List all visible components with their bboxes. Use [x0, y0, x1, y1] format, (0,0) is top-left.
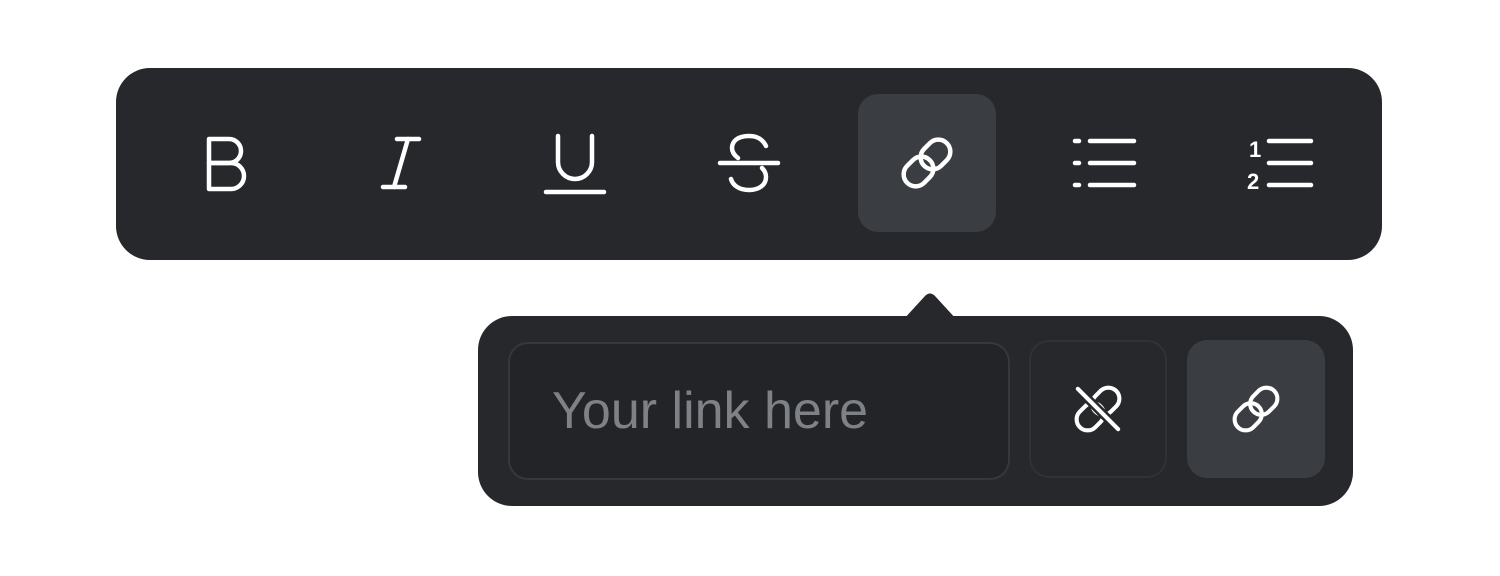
strikethrough-icon: [717, 133, 781, 193]
apply-link-button[interactable]: [1187, 340, 1325, 478]
numbered-list-digit-1: 1: [1249, 137, 1261, 162]
stage: 1 2: [0, 0, 1500, 576]
numbered-list-button[interactable]: 1 2: [1212, 94, 1350, 232]
link-icon: [901, 137, 953, 189]
link-button[interactable]: [858, 94, 996, 232]
formatting-toolbar: 1 2: [116, 68, 1382, 260]
bold-icon: [206, 136, 247, 192]
bullet-list-icon: [1072, 138, 1137, 188]
link-url-input[interactable]: [508, 342, 1010, 480]
italic-icon: [380, 136, 422, 190]
numbered-list-digit-2: 2: [1247, 169, 1259, 191]
underline-button[interactable]: [506, 94, 644, 232]
bullet-list-button[interactable]: [1036, 94, 1174, 232]
strikethrough-button[interactable]: [680, 94, 818, 232]
italic-button[interactable]: [332, 94, 470, 232]
bold-button[interactable]: [158, 94, 296, 232]
link-icon: [1232, 385, 1280, 433]
link-popover: [478, 316, 1353, 506]
unlink-icon: [1073, 384, 1123, 434]
remove-link-button[interactable]: [1029, 340, 1167, 478]
numbered-list-icon: 1 2: [1247, 137, 1314, 191]
underline-icon: [543, 133, 607, 195]
